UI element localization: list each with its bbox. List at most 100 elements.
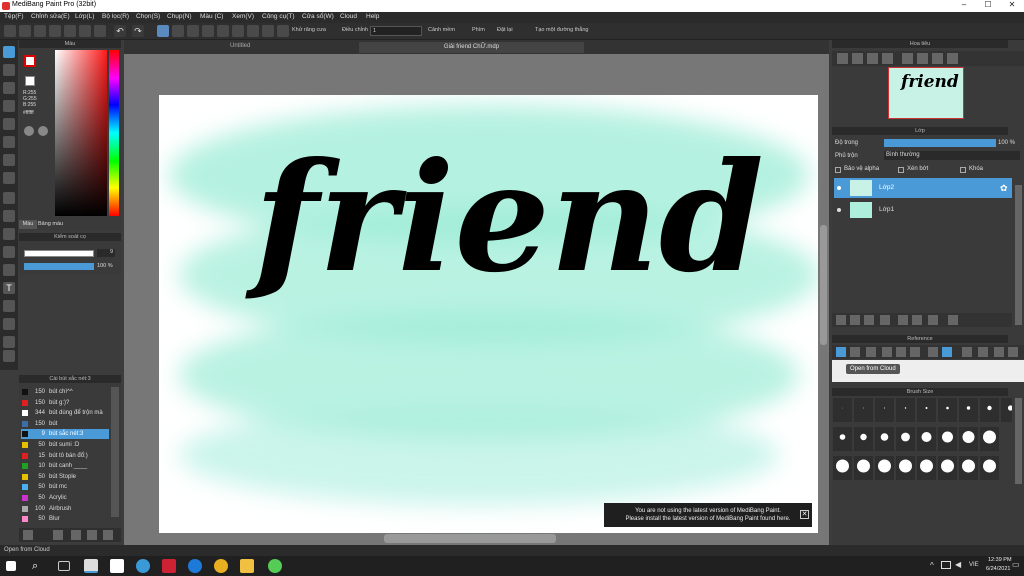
- open-file-icon[interactable]: [850, 347, 860, 357]
- cloud-open-icon[interactable]: [836, 347, 846, 357]
- text-tool-icon[interactable]: T: [3, 282, 15, 294]
- menu-window[interactable]: Cửa sổ(W): [302, 13, 334, 20]
- reset-button[interactable]: Đặt lại: [497, 27, 513, 33]
- brush-tool-icon[interactable]: [3, 46, 15, 58]
- snap-parallel-icon[interactable]: [217, 25, 229, 37]
- menu-view[interactable]: Xem(V): [232, 13, 254, 20]
- folder-icon[interactable]: [898, 315, 908, 325]
- rotate-left-icon[interactable]: [902, 53, 913, 64]
- brush-delete-icon[interactable]: [103, 530, 113, 540]
- tab-color[interactable]: Màu: [19, 220, 37, 229]
- duplicate-layer-icon[interactable]: [864, 315, 874, 325]
- brush-list-item[interactable]: 150 bút g:)?: [21, 398, 109, 408]
- invert-icon[interactable]: [187, 25, 199, 37]
- visibility-icon[interactable]: [837, 186, 841, 190]
- brush-list-item[interactable]: 9 bút sắc nét:3: [21, 429, 109, 440]
- close-button[interactable]: ✕: [1000, 0, 1024, 12]
- eraser-tool-icon[interactable]: [3, 64, 15, 76]
- layer-row-lop1[interactable]: Lớp1: [834, 200, 1012, 220]
- layer-row-lop2[interactable]: Lớp2 ✿: [834, 178, 1012, 198]
- search-icon[interactable]: ⌕: [32, 559, 46, 573]
- eyedropper-icon[interactable]: [3, 318, 15, 330]
- protect-alpha-checkbox[interactable]: [835, 167, 841, 173]
- menu-filter[interactable]: Bộ lọc(R): [102, 13, 129, 20]
- brush-size-scrollbar[interactable]: [1015, 398, 1022, 484]
- tab-untitled[interactable]: Untitled: [230, 43, 250, 49]
- hue-slider[interactable]: [109, 50, 119, 216]
- open-file-icon[interactable]: [19, 25, 31, 37]
- select-pen-icon[interactable]: [3, 100, 15, 112]
- new-file-icon[interactable]: [4, 25, 16, 37]
- clock-date[interactable]: 6/24/2021: [986, 566, 1010, 572]
- zoom-out-icon[interactable]: [852, 53, 863, 64]
- fill-rect-icon[interactable]: [3, 136, 15, 148]
- snap-circle-icon[interactable]: [247, 25, 259, 37]
- menu-help[interactable]: Help: [366, 13, 379, 20]
- brush-list-item[interactable]: 50 bút sumi :D: [21, 440, 109, 450]
- menu-select[interactable]: Chọn(S): [136, 13, 160, 20]
- brush-size-cell[interactable]: [959, 398, 978, 422]
- vertical-scrollbar[interactable]: [820, 225, 827, 345]
- maximize-button[interactable]: ☐: [976, 0, 1000, 12]
- close-notice-icon[interactable]: ✕: [800, 510, 809, 519]
- ref-zoom-in-icon[interactable]: [882, 347, 892, 357]
- flip-icon[interactable]: [947, 53, 958, 64]
- magic-wand-icon[interactable]: [3, 228, 15, 240]
- hand-tool-icon[interactable]: [3, 350, 15, 362]
- brush-settings-icon[interactable]: [53, 530, 63, 540]
- brush-size-value[interactable]: 9: [97, 249, 115, 257]
- ref-hand-icon[interactable]: [942, 347, 952, 357]
- brush-list-item[interactable]: 50 bút Stople: [21, 472, 109, 482]
- color-saturation-picker[interactable]: [55, 50, 107, 216]
- select-eraser-icon[interactable]: [3, 264, 15, 276]
- bucket-tool-icon[interactable]: [3, 154, 15, 166]
- merge-icon[interactable]: [912, 315, 922, 325]
- correction-select[interactable]: 1: [370, 26, 422, 36]
- ref-rotate-icon[interactable]: [962, 347, 972, 357]
- move-tool-icon[interactable]: [3, 118, 15, 130]
- redo-icon[interactable]: ↷: [132, 25, 144, 37]
- notification-icon[interactable]: ▭: [1012, 560, 1020, 569]
- edge-icon[interactable]: [136, 559, 150, 573]
- visibility-icon[interactable]: [837, 208, 841, 212]
- drawing-canvas[interactable]: friend: [159, 95, 818, 533]
- gradient-tool-icon[interactable]: [3, 172, 15, 184]
- actual-size-icon[interactable]: [882, 53, 893, 64]
- save-icon[interactable]: [49, 25, 61, 37]
- fit-icon[interactable]: [867, 53, 878, 64]
- deselect-icon[interactable]: [172, 25, 184, 37]
- brush-list-scrollbar[interactable]: [111, 387, 119, 517]
- brush-size-cell[interactable]: [833, 398, 852, 422]
- brush-add-icon[interactable]: [23, 530, 33, 540]
- horizontal-scrollbar[interactable]: [384, 534, 556, 543]
- ref-more-icon[interactable]: [1008, 347, 1018, 357]
- share-icon[interactable]: [79, 25, 91, 37]
- brush-list-item[interactable]: 344 bút dùng để trộn mà: [21, 408, 109, 418]
- reference-area[interactable]: Open from Cloud: [832, 360, 1024, 382]
- chrome-active-icon[interactable]: [84, 559, 98, 573]
- new-halftone-layer-icon[interactable]: [850, 315, 860, 325]
- brush-opacity-slider[interactable]: [24, 263, 94, 270]
- ref-eyedropper-icon[interactable]: [928, 347, 938, 357]
- foreground-color-swatch[interactable]: [24, 55, 36, 67]
- pen-tool-icon[interactable]: [3, 336, 15, 348]
- network-icon[interactable]: [941, 561, 951, 569]
- brush-size-slider[interactable]: [24, 250, 94, 257]
- brush-list-item[interactable]: 15 bút tô bán đổ:): [21, 451, 109, 461]
- new-layer-icon[interactable]: [836, 315, 846, 325]
- snap-radial-icon[interactable]: [262, 25, 274, 37]
- menu-cloud[interactable]: Cloud: [340, 13, 357, 20]
- layer-settings-icon[interactable]: ✿: [1000, 178, 1008, 198]
- zoom-in-icon[interactable]: [837, 53, 848, 64]
- clock-time[interactable]: 12:39 PM: [988, 557, 1012, 563]
- color-settings-icon[interactable]: [24, 126, 34, 136]
- menu-color[interactable]: Màu (C): [200, 13, 223, 20]
- brush-size-cell[interactable]: [854, 398, 873, 422]
- brush-list-item[interactable]: 50 bút mc: [21, 482, 109, 492]
- media-app-icon[interactable]: [162, 559, 176, 573]
- brush-folder-icon[interactable]: [87, 530, 97, 540]
- update-notice[interactable]: You are not using the latest version of …: [604, 503, 812, 527]
- layer-opacity-slider[interactable]: [884, 139, 996, 147]
- operation-tool-icon[interactable]: [3, 300, 15, 312]
- cloud-icon[interactable]: [34, 25, 46, 37]
